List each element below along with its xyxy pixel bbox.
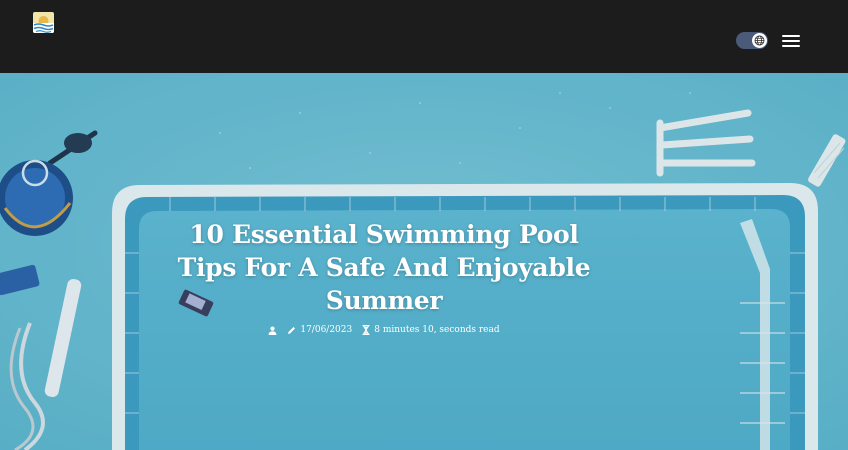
globe-icon (754, 35, 765, 46)
user-icon (268, 326, 277, 335)
article-title: 10 Essential Swimming Pool Tips For A Sa… (177, 220, 591, 315)
read-time-meta: 8 minutes 10, seconds read (362, 325, 500, 335)
site-logo-waves-icon (33, 12, 54, 33)
hero-banner: 10 Essential Swimming Pool Tips For A Sa… (0, 73, 848, 450)
toggle-knob (752, 33, 767, 48)
author-meta[interactable] (268, 326, 277, 335)
site-logo[interactable] (33, 12, 54, 33)
page: 10 Essential Swimming Pool Tips For A Sa… (0, 0, 848, 450)
menu-line (782, 35, 800, 37)
theme-toggle[interactable] (736, 32, 768, 49)
article-read-time: 8 minutes 10, seconds read (374, 325, 500, 335)
date-meta: 17/06/2023 (287, 325, 352, 335)
menu-line (782, 40, 800, 42)
article-date: 17/06/2023 (300, 325, 353, 335)
article-meta: 17/06/2023 8 minutes 10, seconds read (174, 325, 594, 335)
hourglass-icon (362, 325, 370, 335)
pencil-icon (288, 326, 296, 334)
menu-line (782, 45, 800, 47)
hamburger-menu-icon[interactable] (782, 34, 802, 48)
site-header (0, 0, 848, 73)
